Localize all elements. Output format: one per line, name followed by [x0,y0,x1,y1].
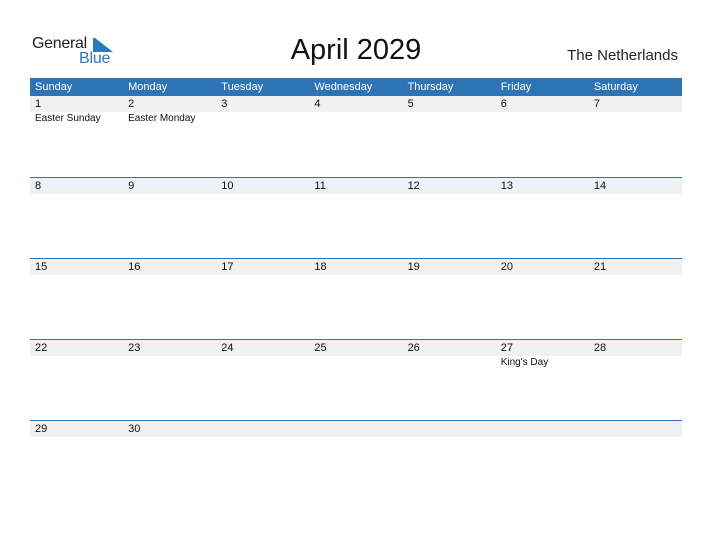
day-cell: 20 [496,259,589,275]
weekday-saturday: Saturday [593,81,638,93]
day-cell: 10 [216,178,309,194]
day-cell: 4 [309,96,402,112]
day-number: 16 [128,261,141,273]
weekday-sunday: Sunday [35,81,73,93]
week-row: 1 Easter Sunday 2 Easter Monday 3 4 5 6 7 [30,96,682,177]
day-number: 20 [500,261,513,273]
weekday-friday: Friday [500,81,532,93]
weekday-tuesday: Tuesday [221,81,264,93]
calendar-grid: Sunday Monday Tuesday Wednesday Thursday… [30,78,682,501]
day-cell: 7 [589,96,682,112]
day-number: 10 [221,180,234,192]
day-number: 29 [35,423,48,435]
day-cell: 24 [216,340,309,356]
day-cell: 26 [403,340,496,356]
day-cell [496,421,589,437]
day-cell: 28 [589,340,682,356]
day-number: 19 [407,261,420,273]
day-number: 24 [221,342,234,354]
date-strip: 22 23 24 25 26 27 King's Day 28 [30,340,682,368]
day-cell: 12 [403,178,496,194]
week-row: 29 30 [30,420,682,501]
day-cell: 30 [123,421,216,437]
day-cell: 25 [309,340,402,356]
day-number: 5 [407,98,414,110]
day-cell: 22 [30,340,123,356]
day-cell: 19 [403,259,496,275]
holiday-label: Easter Sunday [35,113,101,124]
day-cell: 3 [216,96,309,112]
day-number: 28 [593,342,607,354]
day-number: 23 [128,342,141,354]
date-strip: 29 30 [30,421,682,437]
day-cell [403,421,496,437]
day-number: 13 [500,180,513,192]
day-number: 4 [314,98,321,110]
week-row: 15 16 17 18 19 20 21 [30,258,682,339]
day-cell: 6 [496,96,589,112]
day-cell: 11 [309,178,402,194]
day-number: 3 [221,98,228,110]
day-number: 25 [314,342,327,354]
day-number: 11 [314,180,326,192]
day-number: 17 [221,261,234,273]
day-number: 15 [35,261,48,273]
date-strip: 1 Easter Sunday 2 Easter Monday 3 4 5 6 7 [30,96,682,124]
date-strip: 15 16 17 18 19 20 21 [30,259,682,275]
day-cell: 8 [30,178,123,194]
day-number: 2 [128,98,135,110]
day-number: 9 [128,180,135,192]
day-cell: 14 [589,178,682,194]
day-cell: 2 Easter Monday [123,96,216,124]
country-label: The Netherlands [567,47,678,64]
day-cell: 15 [30,259,123,275]
day-cell: 9 [123,178,216,194]
weeks-container: 1 Easter Sunday 2 Easter Monday 3 4 5 6 7 8 9 10 11 1… [30,96,682,501]
holiday-label: Easter Monday [128,113,196,124]
weekday-wednesday: Wednesday [314,81,373,93]
day-number: 1 [35,98,42,110]
weekday-header: Sunday Monday Tuesday Wednesday Thursday… [30,78,682,96]
day-cell: 27 King's Day [496,340,589,368]
day-number: 12 [407,180,420,192]
day-number: 14 [593,180,607,192]
day-number: 21 [593,261,607,273]
day-cell [216,421,309,437]
day-cell: 1 Easter Sunday [30,96,123,124]
week-row: 8 9 10 11 12 13 14 [30,177,682,258]
day-cell: 23 [123,340,216,356]
day-cell: 16 [123,259,216,275]
weekday-thursday: Thursday [407,81,454,93]
day-cell: 5 [403,96,496,112]
day-cell: 17 [216,259,309,275]
day-number: 8 [35,180,42,192]
day-cell: 18 [309,259,402,275]
day-number: 22 [35,342,48,354]
weekday-monday: Monday [128,81,168,93]
date-strip: 8 9 10 11 12 13 14 [30,178,682,194]
day-cell [589,421,682,437]
day-number: 18 [314,261,327,273]
week-row: 22 23 24 25 26 27 King's Day 28 [30,339,682,420]
day-number: 6 [500,98,507,110]
day-number: 26 [407,342,420,354]
day-cell [309,421,402,437]
day-number: 27 [500,342,513,354]
holiday-label: King's Day [500,357,549,368]
day-cell: 29 [30,421,123,437]
day-cell: 21 [589,259,682,275]
day-number: 30 [128,423,141,435]
day-number: 7 [593,98,600,110]
day-cell: 13 [496,178,589,194]
